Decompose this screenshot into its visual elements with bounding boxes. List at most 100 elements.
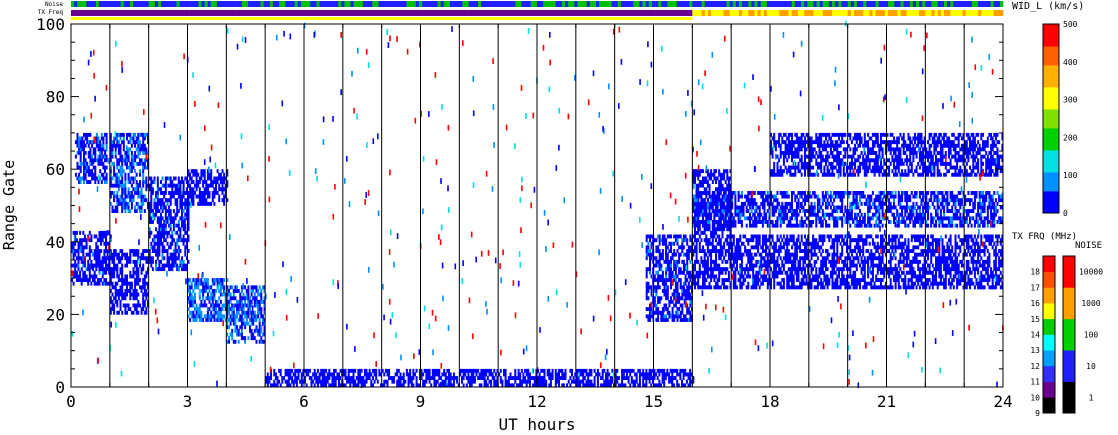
echo-cell: [744, 270, 747, 275]
noise-strip-cell: [894, 1, 898, 7]
echo-cell: [113, 165, 116, 170]
noise-strip-cell: [633, 1, 637, 7]
txfreq-strip-cell: [474, 10, 479, 16]
echo-cell: [800, 270, 803, 275]
echo-cell: [338, 379, 340, 384]
echo-cell: [143, 136, 146, 141]
echo-cell: [75, 270, 78, 275]
echo-cell: [821, 281, 824, 286]
echo-cell: [638, 368, 641, 373]
noise-strip-cell: [359, 1, 364, 7]
noise-strip-cell: [130, 1, 134, 7]
echo-cell: [590, 368, 593, 373]
echo-cell: [881, 241, 884, 246]
noise-strip-cell: [372, 1, 376, 7]
txfreq-strip-cell: [984, 10, 988, 16]
echo-region: [226, 285, 266, 344]
echo-cell: [160, 180, 162, 184]
echo-cell: [721, 252, 724, 257]
noise-strip-cell: [139, 1, 143, 7]
echo-cell: [194, 191, 196, 195]
noise-strip-cell: [77, 1, 81, 7]
echo-cell: [140, 205, 143, 210]
echo-cell: [797, 278, 800, 282]
noise-strip-cell: [158, 1, 162, 7]
txfreq-strip-cell: [596, 10, 600, 16]
echo-cell: [172, 220, 175, 224]
txfreq-strip-cell: [686, 10, 690, 16]
echo-cell: [161, 209, 164, 213]
echo-cell: [113, 191, 116, 195]
echo-cell: [137, 274, 140, 279]
echo-cell: [255, 285, 258, 290]
noise-strip-cell: [248, 1, 252, 7]
txfreq-strip-cell: [574, 10, 578, 16]
echo-cell: [88, 263, 91, 268]
echo-cell: [820, 245, 823, 250]
echo-cell: [828, 281, 831, 286]
echo-cell: [823, 234, 826, 239]
echo-cell: [260, 292, 263, 297]
txfreq-strip-cell: [760, 10, 765, 16]
echo-cell: [79, 274, 82, 279]
echo-cell: [681, 379, 683, 384]
echo-cell: [686, 241, 689, 246]
txfreq-strip-cell: [459, 10, 463, 16]
echo-cell: [737, 241, 740, 246]
echo-cell: [100, 241, 103, 246]
txfreq-strip-cell: [832, 10, 836, 16]
echo-cell: [871, 267, 874, 272]
echo-cell: [415, 379, 418, 384]
noise-strip-cell: [117, 1, 121, 7]
echo-cell: [857, 259, 860, 264]
echo-cell: [102, 172, 105, 177]
echo-cell: [166, 249, 169, 253]
txfreq-strip-cell: [294, 10, 299, 16]
echo-cell: [744, 234, 747, 239]
echo-cell: [134, 143, 137, 148]
noise-strip-cell: [291, 1, 295, 7]
echo-cell: [645, 270, 648, 275]
noise-strip-cell: [990, 1, 994, 7]
echo-cell: [333, 372, 336, 377]
echo-cell: [818, 274, 821, 279]
echo-cell: [653, 274, 656, 279]
txfreq-strip-cell: [189, 10, 193, 16]
txfreq-strip-cell: [220, 10, 224, 16]
echo-cell: [249, 307, 251, 311]
echo-cell: [134, 176, 137, 181]
echo-cell: [710, 256, 713, 261]
echo-cell: [121, 180, 124, 184]
noise-strip-cell: [133, 1, 137, 7]
noise-strip-cell: [673, 1, 678, 7]
echo-cell: [172, 176, 175, 181]
echo-cell: [79, 176, 82, 181]
echo-cell: [210, 169, 213, 174]
echo-cell: [694, 263, 696, 268]
echo-cell: [660, 263, 663, 268]
echo-cell: [697, 278, 700, 282]
echo-cell: [792, 234, 795, 239]
echo-cell: [825, 263, 827, 268]
txfreq-strip-cell: [409, 10, 413, 16]
echo-cell: [703, 256, 706, 261]
echo-cell: [645, 238, 648, 243]
echo-cell: [727, 270, 730, 275]
echo-region: [265, 368, 695, 388]
echo-cell: [177, 220, 180, 224]
echo-cell: [83, 154, 85, 159]
noise-strip-cell: [608, 1, 612, 7]
noise-strip-cell: [164, 1, 168, 7]
echo-cell: [229, 299, 232, 304]
txfreq-strip-cell: [990, 10, 994, 16]
echo-cell: [172, 223, 175, 228]
echo-cell: [870, 234, 873, 239]
txfreq-strip-cell: [717, 10, 721, 16]
echo-cell: [102, 136, 105, 141]
echo-cell: [362, 376, 365, 380]
echo-cell: [171, 234, 174, 239]
echo-cell: [111, 205, 114, 210]
echo-cell: [117, 252, 120, 257]
noise-strip-cell: [328, 1, 333, 7]
echo-cell: [200, 198, 203, 203]
